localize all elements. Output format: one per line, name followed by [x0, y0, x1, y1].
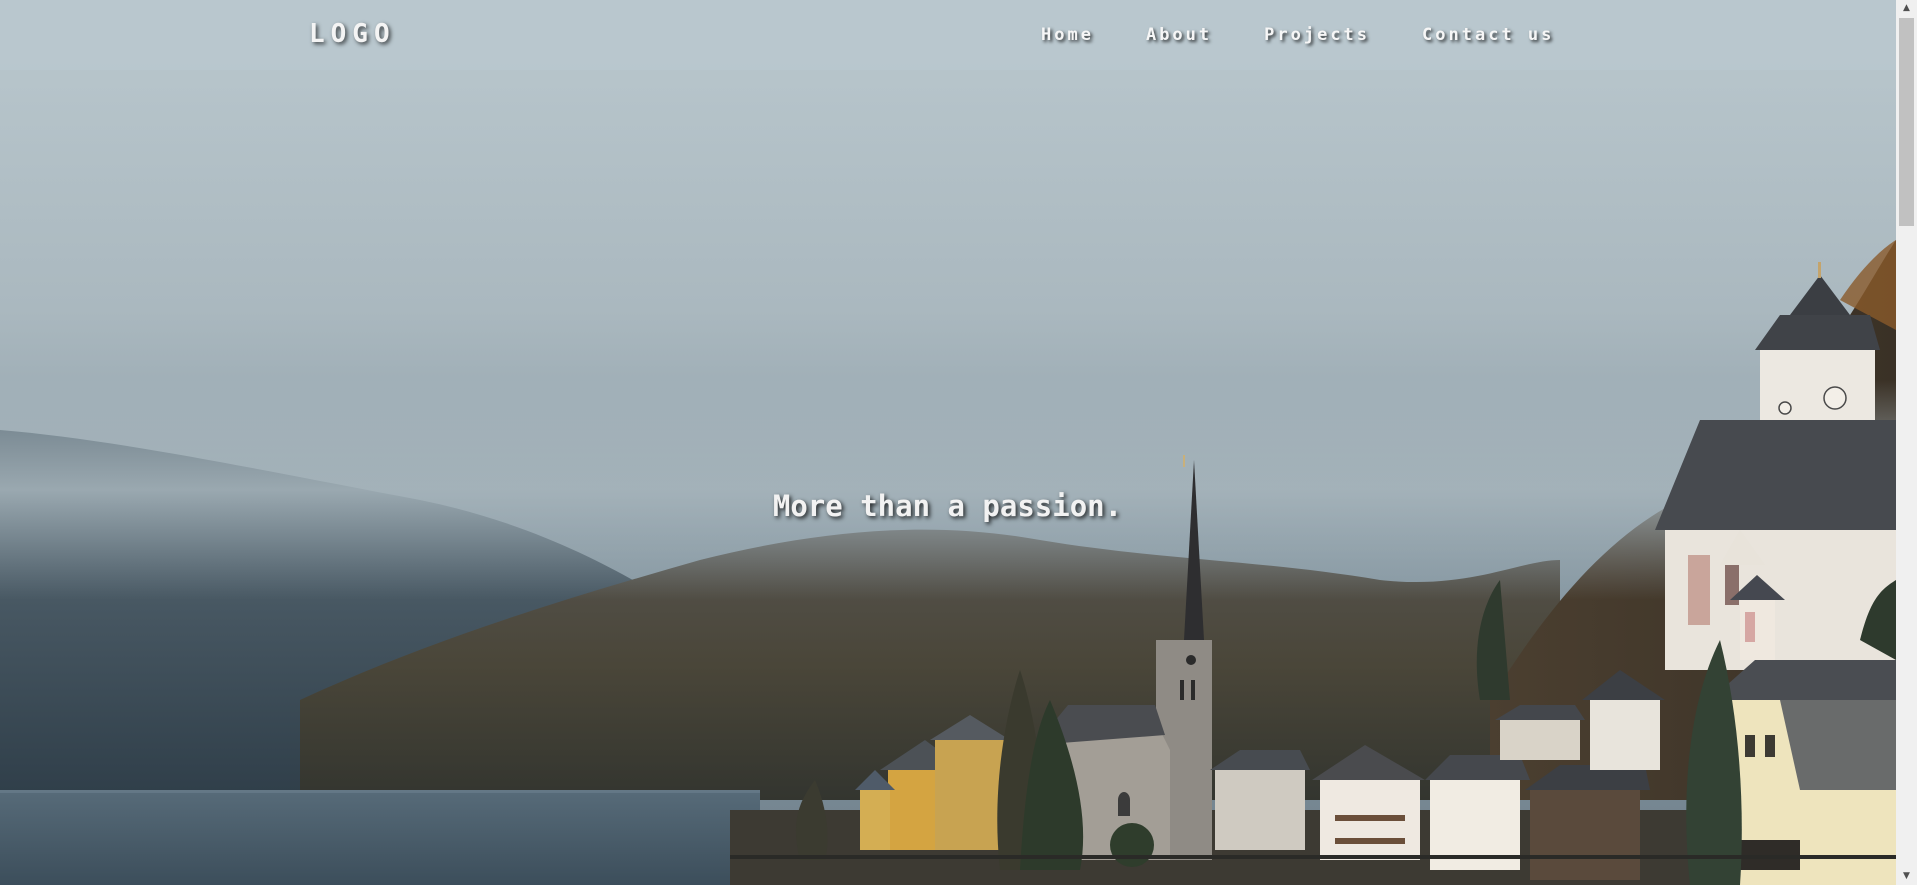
nav-link-about[interactable]: About — [1146, 25, 1212, 45]
hero-tagline-text: More than a passion. — [772, 489, 1123, 523]
nav-link-projects[interactable]: Projects — [1264, 25, 1370, 45]
page: LOGO Home About Projects Contact us More… — [0, 0, 1917, 885]
main-nav: Home About Projects Contact us — [1041, 25, 1554, 45]
vertical-scrollbar[interactable]: ▲ ▼ — [1896, 0, 1917, 885]
logo[interactable]: LOGO — [309, 19, 396, 49]
hero-background-image — [0, 0, 1896, 885]
triangle-up-icon[interactable]: ▲ — [1896, 0, 1917, 17]
nav-link-contact[interactable]: Contact us — [1422, 25, 1554, 45]
nav-link-home[interactable]: Home — [1041, 25, 1094, 45]
scrollbar-thumb[interactable] — [1899, 18, 1914, 226]
hero-tagline: More than a passion. — [0, 489, 1896, 523]
top-navbar: LOGO Home About Projects Contact us — [0, 0, 1896, 70]
triangle-down-icon[interactable]: ▼ — [1896, 868, 1917, 885]
